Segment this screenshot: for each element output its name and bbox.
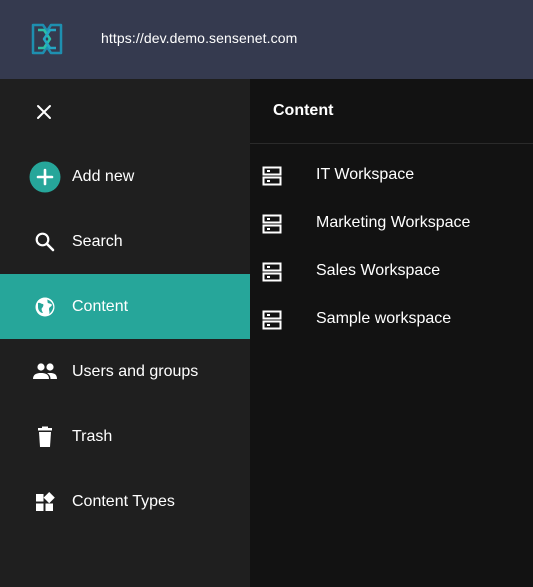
close-drawer-button[interactable] bbox=[30, 98, 58, 126]
trash-icon bbox=[29, 421, 61, 453]
workspace-icon bbox=[262, 214, 282, 234]
people-icon bbox=[29, 356, 61, 388]
navigation-drawer: Add new Search Content Users and groups … bbox=[0, 79, 250, 587]
nav-label-trash: Trash bbox=[72, 427, 113, 445]
nav-label-search: Search bbox=[72, 232, 123, 250]
nav-item-content[interactable]: Content bbox=[0, 274, 250, 339]
workspace-label: Sample workspace bbox=[316, 310, 452, 327]
nav-item-content-types[interactable]: Content Types bbox=[0, 469, 250, 534]
add-circle-icon bbox=[29, 161, 61, 193]
nav-label-add-new: Add new bbox=[72, 167, 135, 185]
nav-label-content: Content bbox=[72, 297, 129, 315]
globe-icon bbox=[29, 291, 61, 323]
list-item-sample-workspace[interactable]: Sample workspace bbox=[250, 296, 533, 344]
widgets-icon bbox=[29, 486, 61, 518]
nav-item-add-new[interactable]: Add new bbox=[0, 144, 250, 209]
page-title: Content bbox=[273, 102, 334, 119]
workspace-label: IT Workspace bbox=[316, 166, 415, 183]
workspace-icon bbox=[262, 262, 282, 282]
sensenet-logo-icon[interactable] bbox=[30, 22, 64, 56]
nav-label-content-types: Content Types bbox=[72, 492, 175, 510]
list-item-marketing-workspace[interactable]: Marketing Workspace bbox=[250, 200, 533, 248]
content-panel: Content IT Workspace Marketing Workspace… bbox=[250, 79, 533, 587]
workspace-icon bbox=[262, 166, 282, 186]
app-header: https://dev.demo.sensenet.com bbox=[0, 0, 533, 79]
nav-item-trash[interactable]: Trash bbox=[0, 404, 250, 469]
list-item-it-workspace[interactable]: IT Workspace bbox=[250, 152, 533, 200]
workspace-icon bbox=[262, 310, 282, 330]
nav-label-users-and-groups: Users and groups bbox=[72, 362, 199, 380]
workspace-label: Marketing Workspace bbox=[316, 214, 471, 231]
site-url: https://dev.demo.sensenet.com bbox=[101, 30, 298, 46]
nav-item-users-and-groups[interactable]: Users and groups bbox=[0, 339, 250, 404]
nav-item-search[interactable]: Search bbox=[0, 209, 250, 274]
search-icon bbox=[29, 226, 61, 258]
close-icon bbox=[37, 105, 51, 119]
content-panel-header: Content bbox=[250, 79, 533, 144]
workspace-label: Sales Workspace bbox=[316, 262, 441, 279]
list-item-sales-workspace[interactable]: Sales Workspace bbox=[250, 248, 533, 296]
